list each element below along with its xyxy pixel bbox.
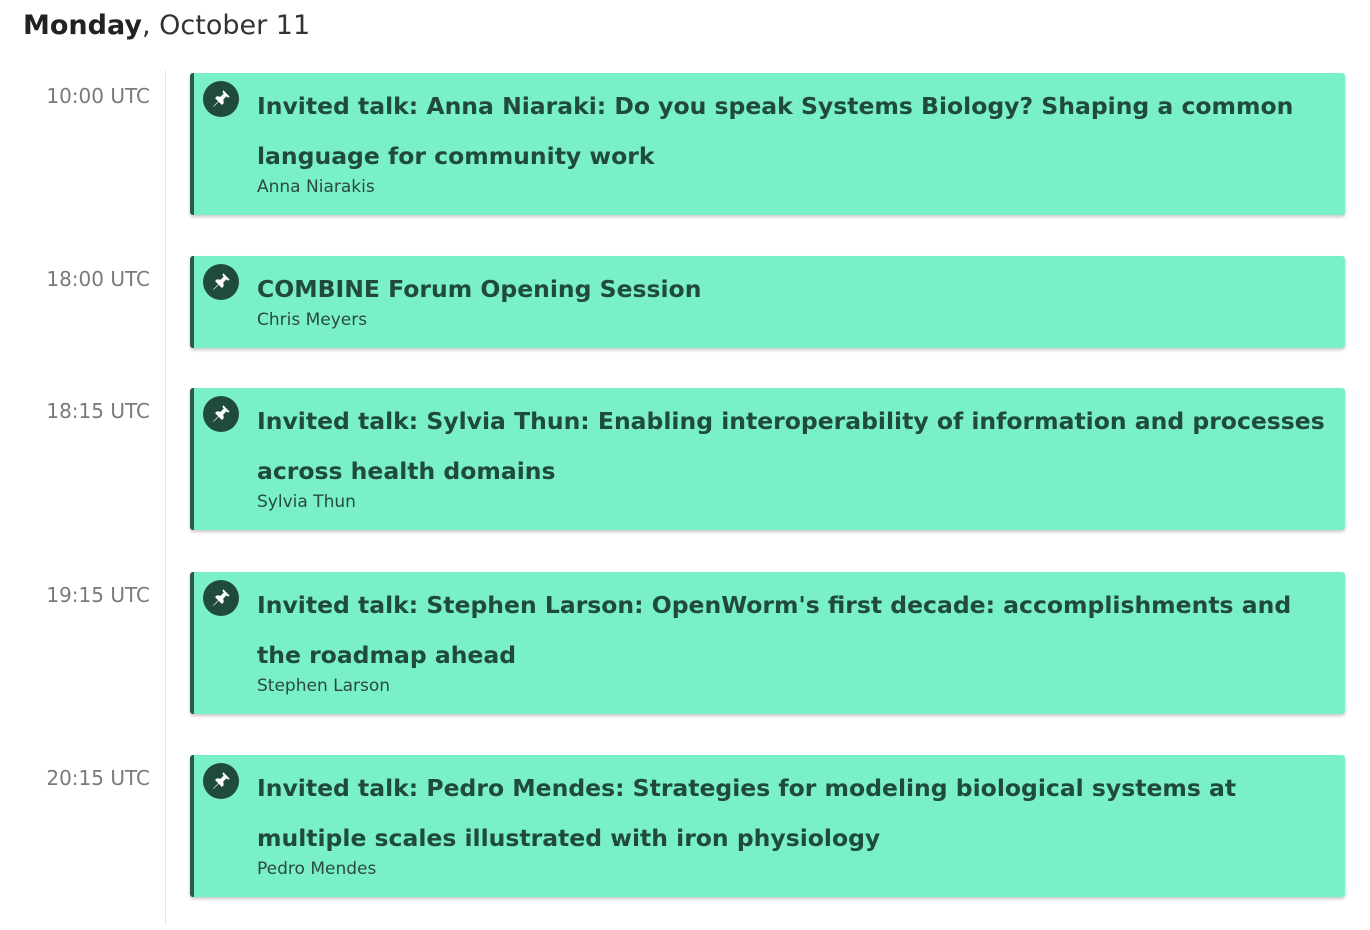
event-speaker: Anna Niarakis	[257, 177, 375, 197]
pin-icon	[203, 580, 239, 616]
schedule-page: Monday, October 11 10:00 UTC Invited tal…	[0, 0, 1370, 930]
pin-icon	[203, 763, 239, 799]
event-card[interactable]: Invited talk: Pedro Mendes: Strategies f…	[190, 755, 1345, 897]
pin-icon	[203, 264, 239, 300]
event-title[interactable]: Invited talk: Pedro Mendes: Strategies f…	[257, 763, 1325, 863]
day-separator: ,	[141, 10, 151, 41]
event-title[interactable]: Invited talk: Stephen Larson: OpenWorm's…	[257, 580, 1325, 680]
pin-icon	[203, 81, 239, 117]
event-card[interactable]: Invited talk: Anna Niaraki: Do you speak…	[190, 73, 1345, 215]
event-card[interactable]: Invited talk: Sylvia Thun: Enabling inte…	[190, 388, 1345, 530]
event-speaker: Chris Meyers	[257, 310, 368, 330]
day-weekday: Monday	[23, 10, 142, 41]
slot-time: 19:15 UTC	[46, 583, 150, 607]
event-card[interactable]: COMBINE Forum Opening Session Chris Meye…	[190, 256, 1345, 348]
slot-time: 20:15 UTC	[46, 766, 150, 790]
day-heading: Monday, October 11	[23, 10, 310, 41]
event-speaker: Stephen Larson	[257, 676, 391, 696]
slot-time: 10:00 UTC	[46, 84, 150, 108]
event-speaker: Pedro Mendes	[257, 859, 377, 879]
event-title[interactable]: Invited talk: Anna Niaraki: Do you speak…	[257, 81, 1325, 181]
event-title[interactable]: COMBINE Forum Opening Session	[257, 264, 1325, 314]
slot-time: 18:15 UTC	[46, 399, 150, 423]
event-card[interactable]: Invited talk: Stephen Larson: OpenWorm's…	[190, 572, 1345, 714]
timeline-divider	[165, 70, 166, 925]
pin-icon	[203, 396, 239, 432]
event-title[interactable]: Invited talk: Sylvia Thun: Enabling inte…	[257, 396, 1325, 496]
slot-time: 18:00 UTC	[46, 267, 150, 291]
event-speaker: Sylvia Thun	[257, 492, 356, 512]
day-date: October 11	[159, 10, 311, 41]
